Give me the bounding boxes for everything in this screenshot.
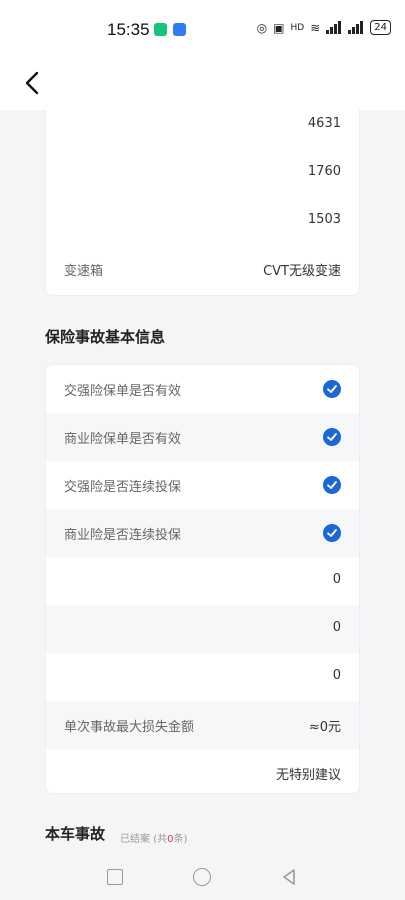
value-row-suggestion: 无特别建议 bbox=[46, 749, 359, 797]
row-value: ≈0元 bbox=[308, 720, 341, 735]
battery-icon: 24 bbox=[370, 20, 391, 35]
status-icons: ◎ ▣ HD ≋ 24 bbox=[257, 20, 391, 35]
info-row: 1760 bbox=[46, 149, 359, 197]
wifi-icon: ≋ bbox=[310, 20, 321, 35]
system-nav-bar bbox=[0, 858, 405, 900]
row-label: 商业险是否连续投保 bbox=[64, 528, 182, 543]
row-value: CVT无级变速 bbox=[263, 264, 341, 279]
report-content[interactable]: 4631 1760 1503 变速箱 CVT无级变速 保险事故基本信息 交强险保… bbox=[0, 110, 405, 858]
row-value: 0 bbox=[332, 668, 341, 683]
recent-apps-icon[interactable] bbox=[107, 869, 123, 885]
back-button[interactable] bbox=[18, 68, 48, 98]
insurance-section-title: 保险事故基本信息 bbox=[45, 328, 166, 346]
insurance-card: 交强险保单是否有效 商业险保单是否有效 交强险是否连续投保 商业险是否连续投保 bbox=[45, 364, 360, 794]
signal-icon bbox=[348, 21, 364, 34]
check-row: 商业险是否连续投保 bbox=[46, 509, 359, 557]
row-value: 1760 bbox=[307, 164, 341, 179]
back-triangle-icon[interactable] bbox=[280, 868, 298, 886]
row-label: 交强险是否连续投保 bbox=[64, 480, 182, 495]
row-value: 0 bbox=[332, 620, 341, 635]
vibrate-icon: ▣ bbox=[273, 20, 285, 35]
info-row: 4631 bbox=[46, 110, 359, 149]
row-value: 1503 bbox=[307, 212, 341, 227]
value-row: 0 bbox=[46, 557, 359, 605]
accident-count-suffix: 条) bbox=[173, 834, 188, 845]
row-value: 4631 bbox=[307, 116, 341, 131]
check-row: 交强险保单是否有效 bbox=[46, 365, 359, 413]
app-notification-icon bbox=[173, 23, 186, 36]
info-row: 1503 bbox=[46, 197, 359, 245]
check-circle-icon bbox=[323, 428, 341, 446]
hd-icon: HD bbox=[290, 22, 305, 33]
location-icon: ◎ bbox=[256, 20, 268, 35]
vehicle-info-card: 4631 1760 1503 变速箱 CVT无级变速 bbox=[45, 110, 360, 296]
info-row-transmission: 变速箱 CVT无级变速 bbox=[46, 245, 359, 293]
accident-count-prefix: (共 bbox=[153, 834, 168, 845]
row-label: 商业险保单是否有效 bbox=[64, 432, 182, 447]
row-label: 单次事故最大损失金额 bbox=[64, 720, 195, 735]
battery-level: 24 bbox=[374, 22, 387, 33]
row-value: 0 bbox=[332, 572, 341, 587]
status-bar: 15:35 ◎ ▣ HD ≋ 24 bbox=[0, 0, 405, 60]
value-row: 0 bbox=[46, 605, 359, 653]
value-row: 0 bbox=[46, 653, 359, 701]
accident-meta: 已结案 (共0条) bbox=[120, 830, 187, 845]
chat-notification-icon bbox=[154, 23, 167, 36]
check-circle-icon bbox=[323, 380, 341, 398]
row-label: 变速箱 bbox=[64, 264, 104, 279]
check-circle-icon bbox=[323, 476, 341, 494]
page-header bbox=[0, 60, 405, 110]
accident-status: 已结案 bbox=[120, 834, 150, 845]
home-icon[interactable] bbox=[193, 868, 211, 886]
check-row: 交强险是否连续投保 bbox=[46, 461, 359, 509]
row-label: 交强险保单是否有效 bbox=[64, 384, 182, 399]
chevron-left-icon bbox=[25, 71, 39, 95]
row-value: 无特别建议 bbox=[275, 768, 341, 783]
check-row: 商业险保单是否有效 bbox=[46, 413, 359, 461]
value-row-max-loss: 单次事故最大损失金额 ≈0元 bbox=[46, 701, 359, 749]
accident-section-title: 本车事故 bbox=[45, 825, 106, 843]
signal-icon bbox=[326, 21, 342, 34]
check-circle-icon bbox=[323, 524, 341, 542]
status-time: 15:35 bbox=[107, 20, 150, 39]
